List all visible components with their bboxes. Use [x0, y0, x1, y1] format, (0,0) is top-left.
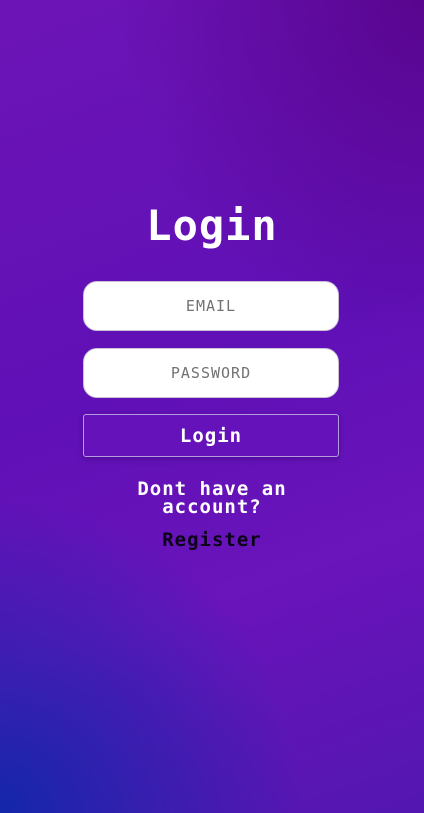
- signup-prompt: Dont have an account?: [137, 478, 287, 518]
- register-link[interactable]: Register: [0, 529, 424, 551]
- page-title: Login: [146, 201, 278, 250]
- login-button[interactable]: Login: [83, 414, 339, 457]
- email-input[interactable]: [83, 281, 339, 331]
- password-input[interactable]: [83, 348, 339, 398]
- login-page: Login Login Dont have an account? Regist…: [0, 0, 424, 813]
